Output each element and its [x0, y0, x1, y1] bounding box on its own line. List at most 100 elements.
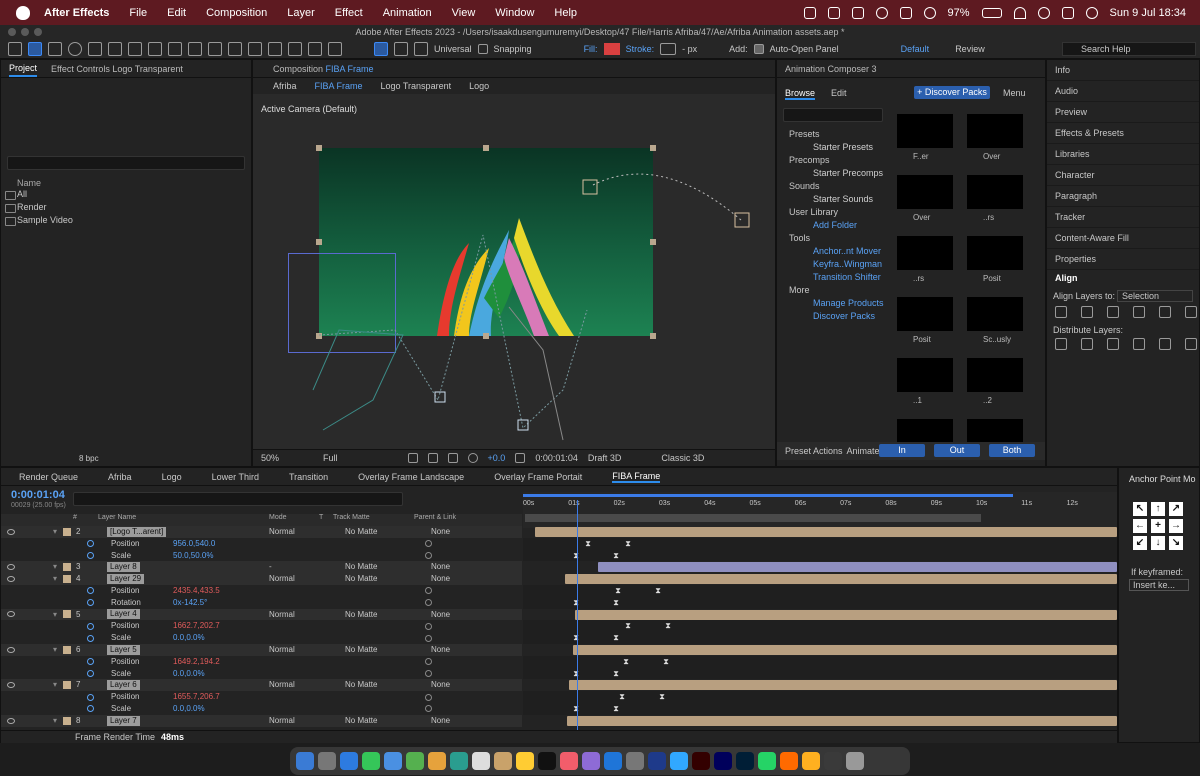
twirl-icon[interactable]: ▾: [53, 609, 57, 621]
twirl-icon[interactable]: ▾: [53, 573, 57, 585]
ac-row-l[interactable]: Anchor..nt Mover: [783, 245, 887, 258]
notes-icon[interactable]: [516, 752, 534, 770]
menu-edit[interactable]: Edit: [167, 7, 186, 19]
parent-select[interactable]: None: [431, 526, 450, 538]
insert-keyframe-select[interactable]: Insert ke...: [1129, 579, 1189, 591]
pickwhip-icon[interactable]: [425, 705, 432, 713]
col-num[interactable]: #: [73, 514, 77, 521]
animate-out-button[interactable]: Out: [934, 444, 980, 457]
timeline-tab[interactable]: Lower Third: [212, 472, 259, 482]
stopwatch-icon[interactable]: [87, 693, 94, 701]
menu-layer[interactable]: Layer: [287, 7, 315, 19]
keyframe-icon[interactable]: ⧗: [619, 693, 625, 701]
mask-visibility-icon[interactable]: [447, 453, 458, 463]
menu-animation[interactable]: Animation: [383, 7, 432, 19]
illustrator-icon[interactable]: [692, 752, 710, 770]
label-color[interactable]: [63, 681, 71, 690]
layer-name[interactable]: Layer 8: [107, 562, 140, 573]
align-top-icon[interactable]: [1133, 306, 1145, 318]
property-value[interactable]: 1655.7,206.7: [173, 691, 220, 703]
property-value[interactable]: 0.0,0.0%: [173, 668, 205, 680]
playhead[interactable]: [577, 500, 578, 732]
menu-file[interactable]: File: [129, 7, 147, 19]
time-ruler[interactable]: 00s 01s 02s 03s 04s 05s 06s 07s 08s 09s 10s 11s 12s: [523, 492, 1117, 528]
selection-tool-icon[interactable]: [28, 41, 42, 56]
status-icon[interactable]: [827, 6, 840, 19]
keyframe-icon[interactable]: ⧗: [625, 622, 631, 630]
distribute-hcenter-icon[interactable]: [1159, 338, 1171, 350]
eye-icon[interactable]: [7, 682, 15, 689]
zoom-tool-icon[interactable]: [68, 41, 82, 56]
type-tool-icon[interactable]: [228, 41, 242, 56]
snapping-checkbox[interactable]: [477, 43, 488, 54]
twirl-icon[interactable]: ▾: [53, 561, 57, 573]
anchor-bottom-left-icon[interactable]: ↙: [1133, 536, 1147, 550]
region-icon[interactable]: [407, 453, 418, 463]
pickwhip-icon[interactable]: [425, 669, 432, 677]
layer-row[interactable]: ▾ 8 Layer 7 Normal No Matte None: [1, 714, 522, 727]
menu-help[interactable]: Help: [554, 7, 577, 19]
property-row[interactable]: Position 2435.4,433.5: [1, 585, 522, 597]
brush-tool-icon[interactable]: [248, 41, 262, 56]
preset-thumbnail[interactable]: [967, 358, 1023, 392]
twirl-icon[interactable]: ▾: [53, 526, 57, 538]
work-area[interactable]: [525, 514, 981, 522]
property-row[interactable]: Position 1649.2,194.2: [1, 656, 522, 668]
tab-project[interactable]: Project: [9, 61, 38, 77]
layer-row[interactable]: ▾ 5 Layer 4 Normal No Matte None: [1, 608, 522, 621]
layer-name[interactable]: Layer 7: [107, 715, 140, 726]
clone-stamp-tool-icon[interactable]: [268, 41, 282, 56]
safari-icon[interactable]: [340, 752, 358, 770]
stopwatch-icon[interactable]: [87, 705, 94, 713]
renderer-select[interactable]: Classic 3D: [661, 453, 704, 463]
panel-item[interactable]: Preview: [1047, 102, 1199, 123]
keyframe-icon[interactable]: ⧗: [573, 634, 579, 642]
eye-icon[interactable]: [7, 717, 15, 724]
layer-row[interactable]: ▾ 6 Layer 5 Normal No Matte None: [1, 644, 522, 656]
control-center-icon[interactable]: [1061, 6, 1074, 19]
puppet-tool-icon[interactable]: [328, 41, 342, 56]
pickwhip-icon[interactable]: [425, 540, 432, 548]
eye-icon[interactable]: [7, 528, 15, 535]
timeline-tab[interactable]: Render Queue: [19, 472, 78, 482]
distribute-top-icon[interactable]: [1055, 338, 1067, 350]
keyframe-icon[interactable]: ⧗: [613, 551, 619, 560]
ac-menu-button[interactable]: Menu: [1003, 88, 1026, 98]
label-color[interactable]: [63, 563, 71, 572]
music-icon[interactable]: [560, 752, 578, 770]
keyframe-icon[interactable]: ⧗: [573, 669, 579, 678]
layer-name[interactable]: Layer 29: [107, 574, 145, 585]
twirl-icon[interactable]: ▾: [53, 715, 57, 727]
pickwhip-icon[interactable]: [425, 587, 432, 595]
eye-icon[interactable]: [7, 646, 15, 653]
menu-window[interactable]: Window: [495, 7, 534, 19]
project-item-all[interactable]: All: [1, 188, 251, 201]
vlc-icon[interactable]: [780, 752, 798, 770]
photos-icon[interactable]: [428, 752, 446, 770]
blend-mode-select[interactable]: Normal: [269, 573, 295, 585]
ac-row-i[interactable]: Starter Presets: [783, 141, 887, 154]
project-search-input[interactable]: [7, 156, 245, 170]
stopwatch-icon[interactable]: [87, 599, 94, 607]
layer-duration-bar[interactable]: [565, 574, 1117, 585]
twirl-icon[interactable]: ▾: [53, 679, 57, 691]
property-value[interactable]: 0x-142.5°: [173, 597, 207, 609]
workspace-default[interactable]: Default: [901, 44, 930, 54]
timeline-tab[interactable]: Overlay Frame Landscape: [358, 472, 464, 482]
align-right-icon[interactable]: [1107, 306, 1119, 318]
pickwhip-icon[interactable]: [425, 693, 432, 701]
layer-duration-bar[interactable]: [598, 562, 1117, 573]
stroke-swatch[interactable]: [660, 42, 677, 55]
panel-item[interactable]: Tracker: [1047, 207, 1199, 228]
blend-mode-select[interactable]: Normal: [269, 679, 295, 691]
keyframe-icon[interactable]: ⧗: [573, 598, 579, 607]
premiere-icon[interactable]: [736, 752, 754, 770]
panel-item[interactable]: Character: [1047, 165, 1199, 186]
layer-duration-bar[interactable]: [575, 609, 1117, 620]
zoom-select[interactable]: 50%: [261, 453, 279, 463]
timeline-search-input[interactable]: [73, 492, 403, 506]
view-axis-icon[interactable]: [414, 41, 428, 56]
photoshop-icon[interactable]: [670, 752, 688, 770]
clipboard-icon[interactable]: [899, 6, 912, 19]
layer-name[interactable]: Layer 4: [107, 609, 140, 620]
